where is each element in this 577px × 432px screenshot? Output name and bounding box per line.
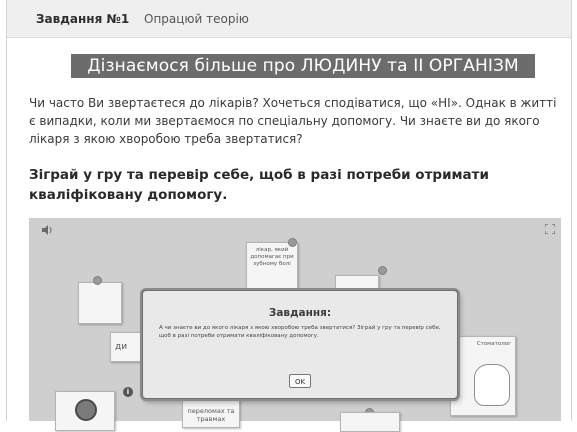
- game-card-doctor-description[interactable]: лікар, який допомагає при зубному болі: [246, 242, 298, 294]
- fullscreen-icon[interactable]: [544, 223, 556, 236]
- lead-text: Зіграй у гру та перевір себе, щоб в разі…: [29, 167, 489, 203]
- card-pin: [378, 266, 387, 275]
- intro-text: Чи часто Ви звертаєтеся до лікарів? Хоче…: [29, 96, 557, 146]
- game-card-bottom[interactable]: переломах та травмах: [182, 398, 240, 428]
- task-dialog: Завдання: А чи знаєте ви до якого лікаря…: [142, 290, 458, 399]
- card-pin: [93, 276, 102, 285]
- tooth-icon: [474, 364, 510, 406]
- task-title: Завдання №1: [36, 12, 130, 26]
- doctor-icon: [75, 399, 97, 421]
- game-card-left-image[interactable]: [78, 282, 122, 324]
- dialog-title: Завдання:: [268, 307, 332, 319]
- card-text: переломах та травмах: [187, 407, 235, 423]
- card-label: Стоматолог: [476, 341, 511, 347]
- game-card-bottom-right[interactable]: [340, 412, 400, 432]
- card-text: лікар, який допомагає при зубному болі: [250, 247, 294, 267]
- page-banner: Дізнаємося більше про ЛЮДИНУ та ІІ ОРГАН…: [71, 54, 535, 78]
- task-header: Завдання №1 Опрацюй теорію: [7, 0, 571, 38]
- dialog-text: А чи знаєте ви до якого лікаря з якою хв…: [159, 325, 441, 339]
- sound-icon[interactable]: [41, 224, 54, 238]
- card-pin: [288, 238, 297, 247]
- info-icon[interactable]: i: [123, 387, 133, 397]
- ok-button[interactable]: OK: [289, 374, 311, 388]
- task-subtitle: Опрацюй теорію: [144, 12, 249, 26]
